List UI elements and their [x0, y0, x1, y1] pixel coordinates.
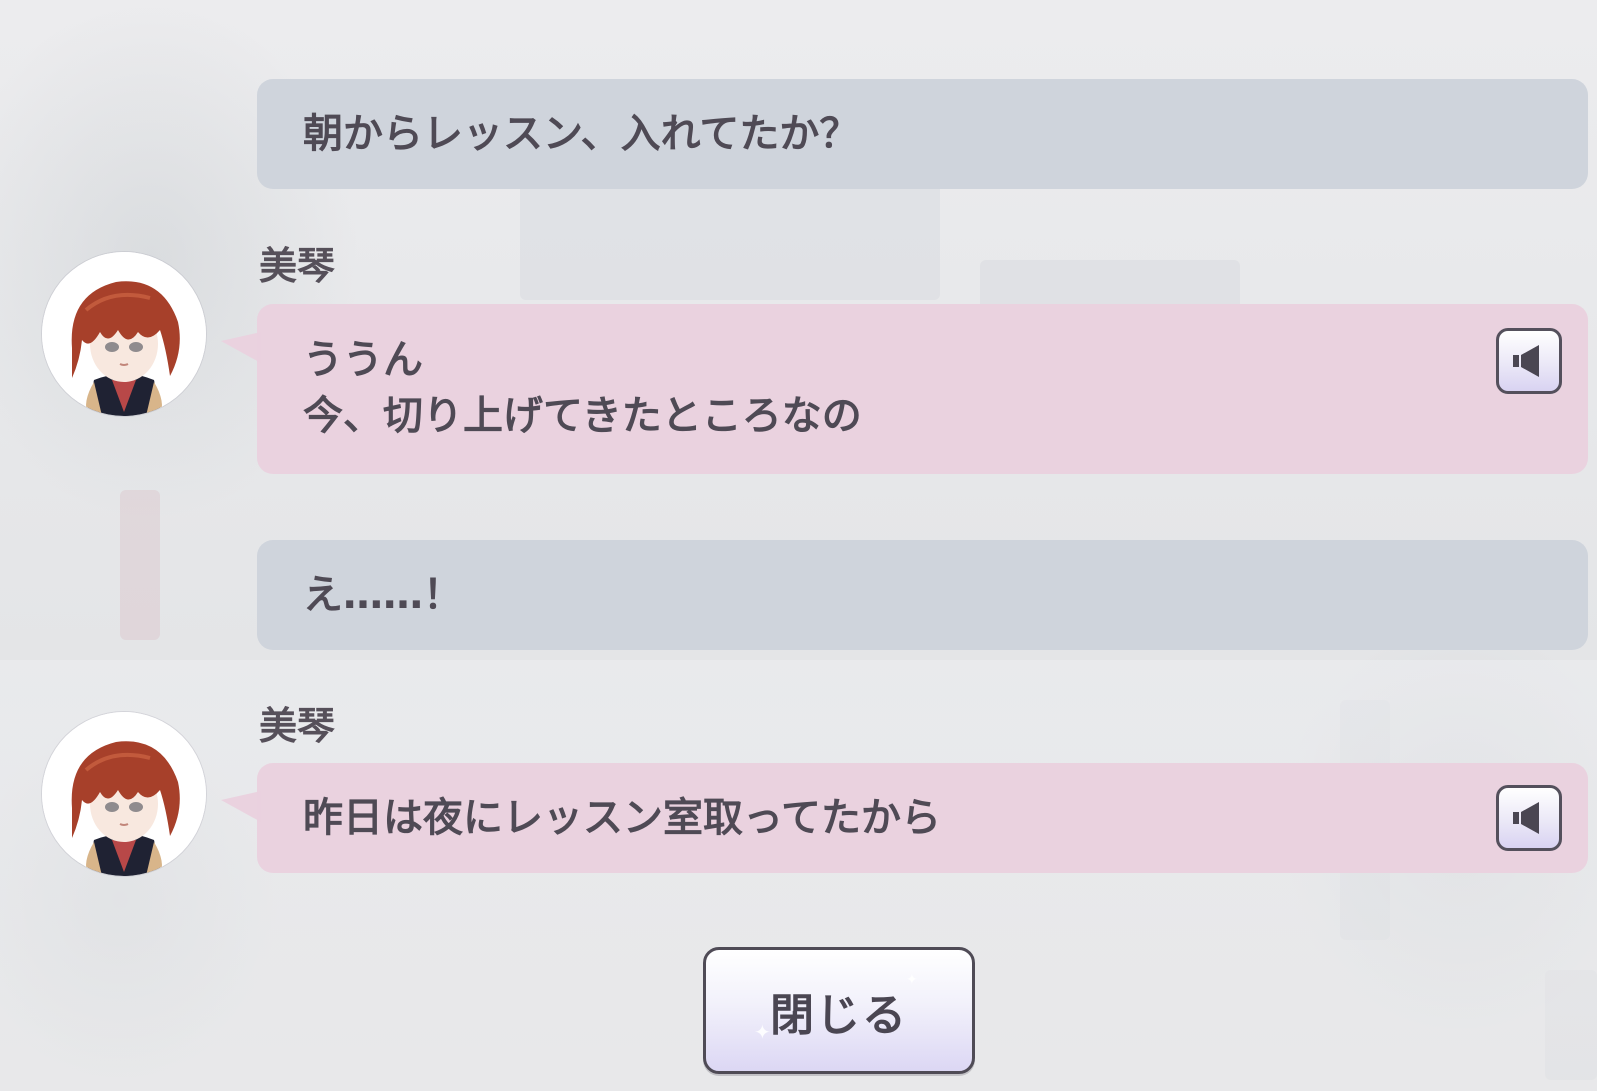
dialogue-bubble-player: 朝からレッスン、入れてたか？ [257, 79, 1588, 189]
dialogue-bubble-npc: ううん 今、切り上げてきたところなの [221, 304, 1588, 474]
dialogue-bubble-npc: 昨日は夜にレッスン室取ってたから [221, 763, 1588, 873]
character-avatar [42, 252, 206, 416]
close-button[interactable]: ✦ ✦ 閉じる [703, 947, 975, 1074]
dialogue-line: 朝からレッスン、入れてたか？ [303, 111, 860, 157]
dialogue-line: え……！ [303, 572, 463, 618]
speaker-name: 美琴 [259, 244, 336, 288]
dialogue-line: 今、切り上げてきたところなの [303, 393, 862, 439]
dialogue-bubble-player: え……！ [257, 540, 1588, 650]
dialogue-line: ううん [303, 337, 423, 383]
character-avatar [42, 712, 206, 876]
speaker-icon [1513, 345, 1539, 377]
speaker-name: 美琴 [259, 704, 336, 748]
speaker-icon [1513, 802, 1539, 834]
voice-play-button[interactable] [1496, 785, 1562, 851]
voice-play-button[interactable] [1496, 328, 1562, 394]
dialogue-line: 昨日は夜にレッスン室取ってたから [303, 795, 941, 841]
close-button-label: 閉じる [770, 989, 908, 1041]
